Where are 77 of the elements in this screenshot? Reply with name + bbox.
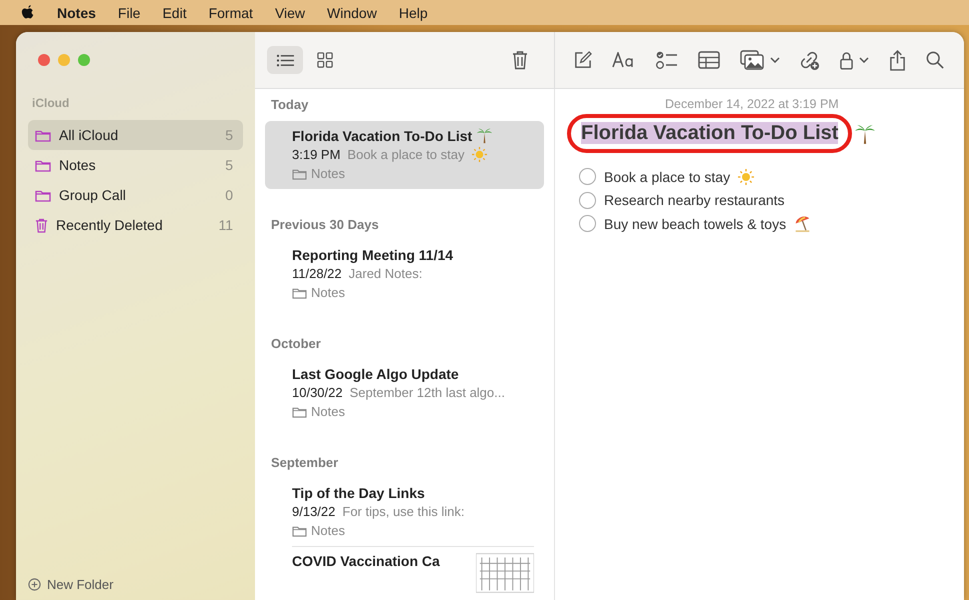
note-folder: Notes [311,404,345,419]
note-item[interactable]: Tip of the Day Links 9/13/22 For tips, use this link: Notes [265,479,544,546]
plus-icon [28,578,41,591]
sun-icon [738,168,754,185]
note-folder: Notes [311,523,345,538]
list-icon [276,52,294,68]
section-heading: Previous 30 Days [270,216,380,234]
checklist-text: Buy new beach towels & toys [604,216,786,232]
folder-item[interactable]: All iCloud 5 [28,120,243,150]
grid-icon [316,52,334,68]
folder-item[interactable]: Recently Deleted 11 [28,210,243,240]
note-date: 11/28/22 [292,266,342,281]
media-menu-button[interactable] [740,50,780,70]
note-item[interactable]: Reporting Meeting 11/14 11/28/22 Jared Notes: Notes [265,241,544,308]
menu-item[interactable]: Edit [162,4,187,20]
note-item[interactable]: Florida Vacation To-Do List 3:19 PM Book a place to stay Notes [265,121,544,189]
folder-icon [292,286,307,298]
menu-item[interactable]: Format [208,4,253,20]
trash-icon[interactable] [512,50,528,70]
folder-icon [35,128,51,142]
note-preview: Book a place to stay [347,147,464,162]
note-item[interactable]: Last Google Algo Update 10/30/22 September 12th last algo... Notes [265,360,544,427]
checklist-text: Book a place to stay [604,168,730,185]
link-icon[interactable] [799,50,820,70]
menu-item[interactable]: Help [398,4,428,20]
note-date: 9/13/22 [292,504,336,519]
note-folder: Notes [311,285,345,300]
note-preview: For tips, use this link: [342,504,464,519]
search-icon[interactable] [926,51,944,69]
list-view-button[interactable] [267,46,303,74]
section-heading: iCloud [31,95,70,112]
share-icon[interactable] [889,50,906,70]
checklist-icon[interactable] [656,50,678,70]
compose-icon[interactable] [573,50,592,70]
note-title: COVID Vaccination Ca [292,553,440,569]
folder-icon [292,168,307,180]
note-title: Last Google Algo Update [292,366,459,382]
beach-umbrella-icon [794,215,812,232]
folder-item[interactable]: Group Call 0 [28,180,243,210]
chevron-down-icon [859,57,870,63]
checklist-circle[interactable] [579,168,596,186]
section-heading: October [270,335,322,353]
note-title: Reporting Meeting 11/14 [292,247,454,263]
section-heading: September [270,454,340,472]
sun-icon [472,147,486,162]
folder-icon [35,188,51,202]
menu-item[interactable]: View [274,4,306,20]
menu-item[interactable]: Notes [57,4,96,20]
palm-tree-icon [476,127,494,144]
note-heading: Florida Vacation To-Do List [581,122,838,144]
folder-icon [292,406,307,418]
note-preview: September 12th last algo... [350,385,505,400]
table-icon[interactable] [698,51,720,69]
chevron-down-icon [770,57,780,63]
folder-icon [35,158,51,172]
note-date: 10/30/22 [292,385,343,400]
note-date: 3:19 PM [292,147,340,162]
folder-icon [292,524,307,536]
section-heading: Today [270,96,310,114]
checklist-circle[interactable] [579,215,596,232]
apple-logo-icon[interactable] [21,4,35,20]
note-item[interactable]: COVID Vaccination Ca [265,547,544,600]
new-folder-button[interactable]: New Folder [28,577,243,592]
note-folder: Notes [311,166,345,181]
folder-item[interactable]: Notes 5 [28,150,243,180]
note-title: Tip of the Day Links [292,485,425,501]
checklist-text: Research nearby restaurants [604,192,785,208]
note-title: Florida Vacation To-Do List [292,128,472,144]
lock-menu-button[interactable] [840,50,870,70]
palm-tree-icon [854,122,876,144]
note-timestamp: December 14, 2022 at 3:19 PM [664,97,840,111]
trash-icon [35,218,48,232]
note-preview: Jared Notes: [348,266,422,281]
checklist-circle[interactable] [579,192,596,209]
menu-item[interactable]: File [118,4,140,20]
menu-item[interactable]: Window [327,4,377,20]
close-button[interactable] [38,54,50,66]
